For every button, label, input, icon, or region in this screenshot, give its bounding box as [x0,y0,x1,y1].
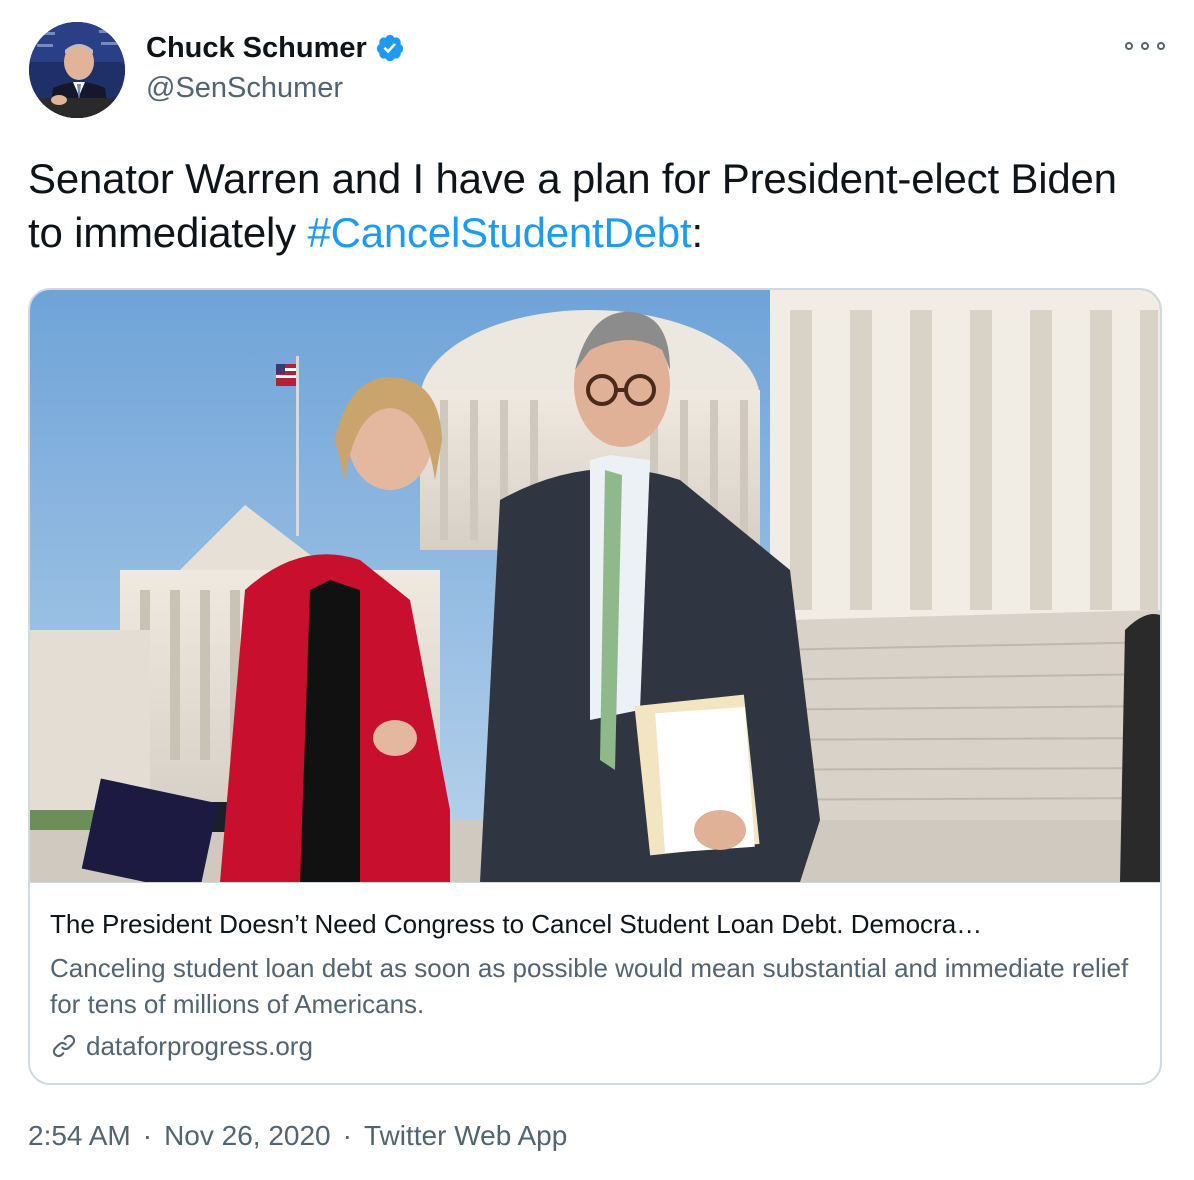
tweet-source[interactable]: Twitter Web App [364,1118,567,1154]
card-description: Canceling student loan debt as soon as p… [50,953,1129,1019]
more-dot [1157,42,1165,50]
card-title[interactable]: The President Doesn’t Need Congress to C… [50,906,1150,942]
tweet-time[interactable]: 2:54 AM [28,1118,131,1154]
card-domain-row[interactable]: dataforprogress.org [50,1028,313,1064]
avatar[interactable] [29,22,125,118]
more-dot [1141,42,1149,50]
author-display-name[interactable]: Chuck Schumer [146,30,367,66]
card-divider [30,882,1160,883]
meta-separator: · [342,1120,352,1151]
meta-separator: · [142,1120,153,1151]
hashtag-link[interactable]: #CancelStudentDebt [307,209,691,256]
tweet-meta: 2:54 AM · Nov 26, 2020 · Twitter Web App [28,1118,567,1154]
verified-badge-icon [375,33,405,63]
tweet-text-suffix: : [691,209,703,256]
card-image [30,290,1160,882]
avatar-photo [29,22,125,118]
tweet-text: Senator Warren and I have a plan for Pre… [28,152,1158,260]
more-dot [1125,42,1133,50]
link-preview-card[interactable]: The President Doesn’t Need Congress to C… [28,288,1162,1085]
author-handle[interactable]: @SenSchumer [146,70,343,106]
tweet-date[interactable]: Nov 26, 2020 [164,1118,331,1154]
more-options-icon[interactable] [1125,36,1165,56]
card-domain[interactable]: dataforprogress.org [86,1028,313,1064]
link-icon [52,1034,76,1058]
